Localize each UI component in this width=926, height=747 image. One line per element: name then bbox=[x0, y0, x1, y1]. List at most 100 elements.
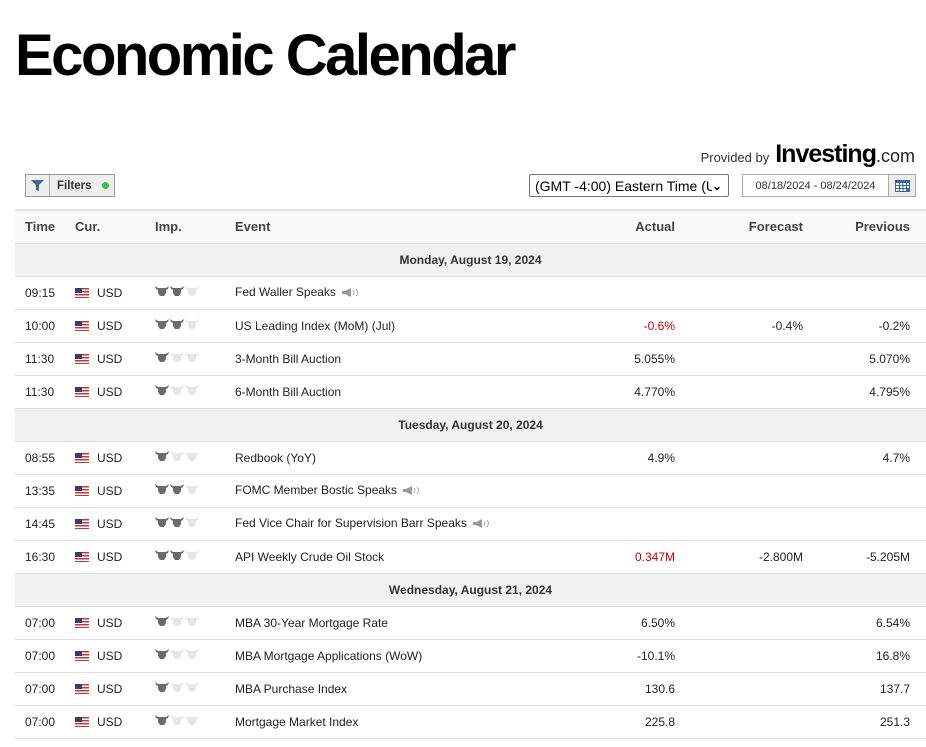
event-name[interactable]: 6-Month Bill Auction bbox=[235, 375, 575, 409]
event-link[interactable]: 6-Month Bill Auction bbox=[235, 385, 341, 399]
event-time: 16:30 bbox=[15, 540, 75, 574]
event-forecast bbox=[675, 672, 803, 706]
timezone-select[interactable]: (GMT -4:00) Eastern Time (US & Canada) ⌄ bbox=[529, 174, 729, 197]
provider-credit: Provided by Investing.com bbox=[701, 140, 915, 169]
event-previous: -5.205M bbox=[803, 540, 926, 574]
event-row[interactable]: 07:00 USD MBA Mortgage Applications (WoW… bbox=[15, 639, 926, 673]
event-name[interactable]: Redbook (YoY) bbox=[235, 441, 575, 475]
bull-filled-icon bbox=[155, 549, 169, 561]
event-forecast bbox=[675, 606, 803, 640]
event-currency: USD bbox=[75, 705, 155, 739]
event-actual: 4.770% bbox=[575, 375, 675, 409]
bull-empty-icon bbox=[185, 450, 199, 462]
event-name[interactable]: FOMC Member Bostic Speaks bbox=[235, 474, 575, 508]
event-link[interactable]: MBA Purchase Index bbox=[235, 682, 347, 696]
us-flag-icon bbox=[75, 386, 89, 397]
us-flag-icon bbox=[75, 683, 89, 694]
event-currency: USD bbox=[75, 507, 155, 541]
bull-empty-icon bbox=[185, 648, 199, 660]
event-row[interactable]: 07:00 USD MBA 30-Year Mortgage Rate 6.50… bbox=[15, 606, 926, 640]
event-row[interactable]: 11:30 USD 3-Month Bill Auction 5.055% 5.… bbox=[15, 342, 926, 376]
bull-empty-icon bbox=[185, 516, 199, 528]
event-row[interactable]: 10:00 USD US Leading Index (MoM) (Jul) -… bbox=[15, 309, 926, 343]
event-importance bbox=[155, 705, 235, 739]
bull-filled-icon bbox=[155, 615, 169, 627]
event-row[interactable]: 09:15 USD Fed Waller Speaks bbox=[15, 276, 926, 310]
us-flag-icon bbox=[75, 518, 89, 529]
event-row[interactable]: 13:35 USD FOMC Member Bostic Speaks bbox=[15, 474, 926, 508]
event-actual bbox=[575, 276, 675, 310]
event-actual: 5.055% bbox=[575, 342, 675, 376]
event-link[interactable]: 3-Month Bill Auction bbox=[235, 352, 341, 366]
day-label: Tuesday, August 20, 2024 bbox=[15, 408, 926, 442]
event-previous: 137.7 bbox=[803, 672, 926, 706]
speech-icon bbox=[472, 517, 491, 531]
event-forecast bbox=[675, 375, 803, 409]
event-importance bbox=[155, 672, 235, 706]
calendar-icon[interactable] bbox=[888, 175, 915, 196]
col-actual: Actual bbox=[575, 209, 675, 244]
filters-label: Filters bbox=[57, 179, 92, 192]
bull-filled-icon bbox=[155, 648, 169, 660]
bull-empty-icon bbox=[185, 351, 199, 363]
event-name[interactable]: API Weekly Crude Oil Stock bbox=[235, 540, 575, 574]
us-flag-icon bbox=[75, 716, 89, 727]
event-previous bbox=[803, 507, 926, 541]
col-previous: Previous bbox=[803, 209, 926, 244]
bull-empty-icon bbox=[170, 648, 184, 660]
event-actual: 0.347M bbox=[575, 540, 675, 574]
event-row[interactable]: 16:30 USD API Weekly Crude Oil Stock 0.3… bbox=[15, 540, 926, 574]
event-time: 11:30 bbox=[15, 342, 75, 376]
event-forecast bbox=[675, 474, 803, 508]
event-time: 10:00 bbox=[15, 309, 75, 343]
date-range-picker[interactable]: 08/18/2024 - 08/24/2024 bbox=[742, 174, 916, 197]
filters-button[interactable]: Filters bbox=[25, 174, 115, 197]
event-time: 13:35 bbox=[15, 474, 75, 508]
event-importance bbox=[155, 276, 235, 310]
event-row[interactable]: 14:45 USD Fed Vice Chair for Supervision… bbox=[15, 507, 926, 541]
event-currency: USD bbox=[75, 342, 155, 376]
event-name[interactable]: MBA Mortgage Applications (WoW) bbox=[235, 639, 575, 673]
event-currency: USD bbox=[75, 441, 155, 475]
event-forecast bbox=[675, 705, 803, 739]
event-previous bbox=[803, 276, 926, 310]
bull-filled-icon bbox=[155, 285, 169, 297]
event-name[interactable]: Fed Vice Chair for Supervision Barr Spea… bbox=[235, 507, 575, 541]
event-forecast bbox=[675, 639, 803, 673]
event-previous: 251.3 bbox=[803, 705, 926, 739]
bull-empty-icon bbox=[170, 681, 184, 693]
event-row[interactable]: 11:30 USD 6-Month Bill Auction 4.770% 4.… bbox=[15, 375, 926, 409]
page-title: Economic Calendar bbox=[15, 23, 516, 88]
event-previous: -0.2% bbox=[803, 309, 926, 343]
bull-filled-icon bbox=[155, 351, 169, 363]
event-row[interactable]: 07:00 USD Mortgage Market Index 225.8 25… bbox=[15, 705, 926, 739]
us-flag-icon bbox=[75, 353, 89, 364]
event-link[interactable]: Fed Vice Chair for Supervision Barr Spea… bbox=[235, 516, 467, 530]
event-forecast bbox=[675, 342, 803, 376]
investing-logo[interactable]: Investing.com bbox=[775, 140, 915, 169]
provided-by-label: Provided by bbox=[700, 150, 770, 165]
event-currency: USD bbox=[75, 672, 155, 706]
event-time: 08:55 bbox=[15, 441, 75, 475]
event-name[interactable]: Fed Waller Speaks bbox=[235, 276, 575, 310]
event-link[interactable]: MBA Mortgage Applications (WoW) bbox=[235, 649, 422, 663]
event-link[interactable]: FOMC Member Bostic Speaks bbox=[235, 483, 397, 497]
event-row[interactable]: 08:55 USD Redbook (YoY) 4.9% 4.7% bbox=[15, 441, 926, 475]
event-name[interactable]: MBA 30-Year Mortgage Rate bbox=[235, 606, 575, 640]
event-link[interactable]: Fed Waller Speaks bbox=[235, 285, 336, 299]
event-link[interactable]: Mortgage Market Index bbox=[235, 715, 358, 729]
event-name[interactable]: Mortgage Market Index bbox=[235, 705, 575, 739]
event-forecast bbox=[675, 441, 803, 475]
event-row[interactable]: 07:00 USD MBA Purchase Index 130.6 137.7 bbox=[15, 672, 926, 706]
event-link[interactable]: US Leading Index (MoM) (Jul) bbox=[235, 319, 395, 333]
event-previous: 5.070% bbox=[803, 342, 926, 376]
event-actual: 130.6 bbox=[575, 672, 675, 706]
economic-calendar-table: Time Cur. Imp. Event Actual Forecast Pre… bbox=[15, 209, 926, 739]
event-name[interactable]: MBA Purchase Index bbox=[235, 672, 575, 706]
event-name[interactable]: 3-Month Bill Auction bbox=[235, 342, 575, 376]
event-link[interactable]: MBA 30-Year Mortgage Rate bbox=[235, 616, 388, 630]
event-link[interactable]: API Weekly Crude Oil Stock bbox=[235, 550, 384, 564]
event-previous: 4.795% bbox=[803, 375, 926, 409]
event-name[interactable]: US Leading Index (MoM) (Jul) bbox=[235, 309, 575, 343]
event-link[interactable]: Redbook (YoY) bbox=[235, 451, 316, 465]
